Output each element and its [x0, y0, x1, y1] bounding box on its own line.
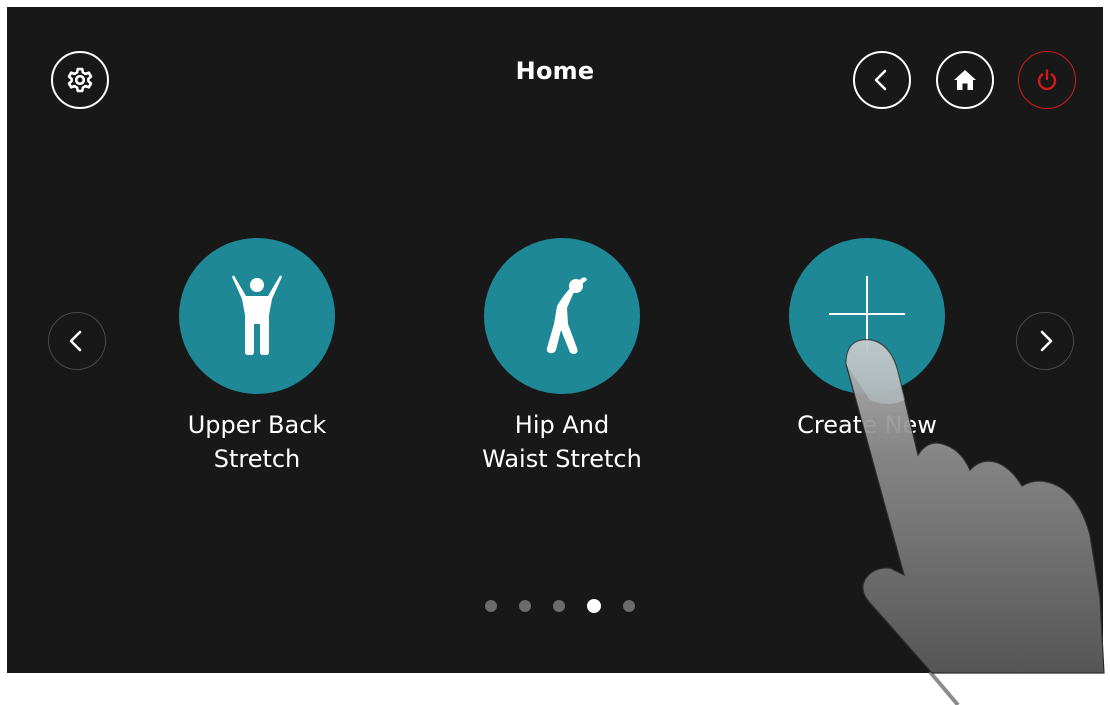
person-side-bend-icon — [532, 272, 592, 360]
tile-upper-back-stretch-label: Upper Back Stretch — [137, 408, 377, 476]
tile-create-new-label: Create New — [747, 408, 987, 442]
power-icon — [1034, 67, 1060, 93]
tile-upper-back-stretch-circle[interactable] — [179, 238, 335, 394]
home-button[interactable] — [936, 51, 994, 109]
page-dot[interactable] — [485, 600, 497, 612]
screen: Home Upper Back Stretch Hip And Waist St… — [7, 7, 1103, 673]
chevron-left-icon — [64, 328, 90, 354]
page-dot[interactable] — [553, 600, 565, 612]
tile-hip-and-waist-stretch-label: Hip And Waist Stretch — [442, 408, 682, 476]
tile-upper-back-stretch[interactable]: Upper Back Stretch — [137, 238, 377, 488]
page-dot-active[interactable] — [587, 599, 601, 613]
page-dot[interactable] — [519, 600, 531, 612]
tile-hip-and-waist-stretch[interactable]: Hip And Waist Stretch — [442, 238, 682, 488]
back-button[interactable] — [853, 51, 911, 109]
tile-label-line: Waist Stretch — [482, 445, 642, 473]
tile-label-line: Hip And — [514, 411, 610, 439]
plus-icon — [825, 272, 909, 360]
power-button[interactable] — [1018, 51, 1076, 109]
tile-hip-and-waist-stretch-circle[interactable] — [484, 238, 640, 394]
home-icon — [952, 67, 978, 93]
page-dot[interactable] — [623, 600, 635, 612]
carousel-prev-button[interactable] — [48, 312, 106, 370]
tile-label-line: Upper Back — [187, 411, 327, 439]
chevron-left-icon — [869, 67, 895, 93]
chevron-right-icon — [1032, 328, 1058, 354]
page-indicator — [485, 599, 635, 613]
person-arms-up-icon — [225, 272, 289, 360]
carousel-next-button[interactable] — [1016, 312, 1074, 370]
tile-label-line: Create New — [797, 411, 937, 439]
tile-create-new-circle[interactable] — [789, 238, 945, 394]
tile-label-line: Stretch — [213, 445, 301, 473]
tile-create-new[interactable]: Create New — [747, 238, 987, 488]
